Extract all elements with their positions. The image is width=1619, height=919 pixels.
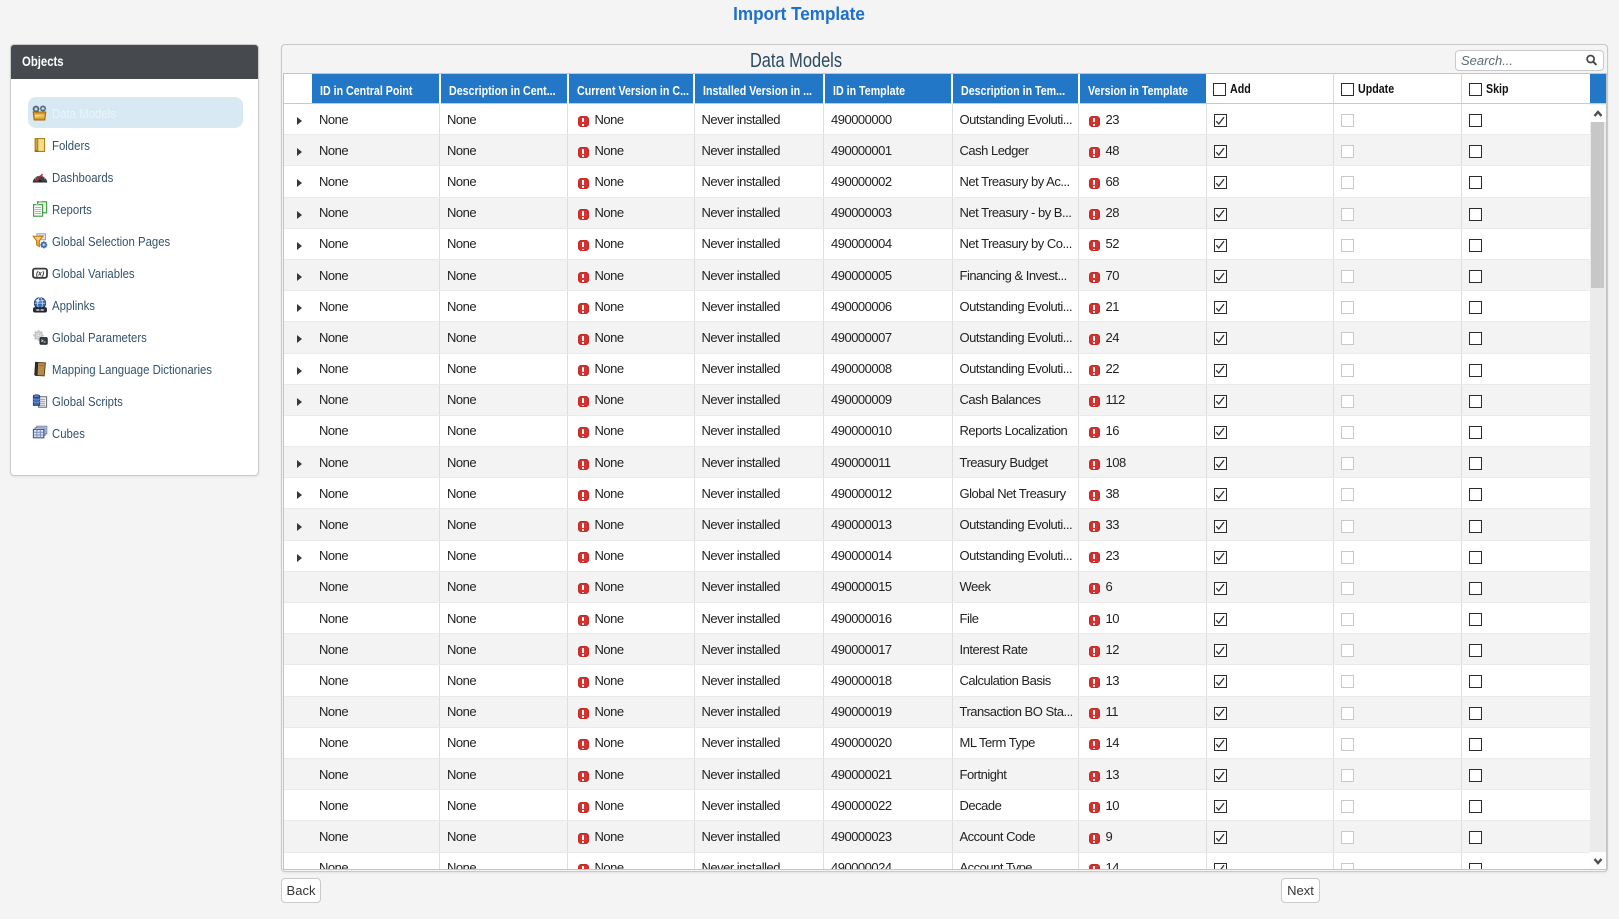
svg-text:(x): (x) (36, 271, 44, 278)
